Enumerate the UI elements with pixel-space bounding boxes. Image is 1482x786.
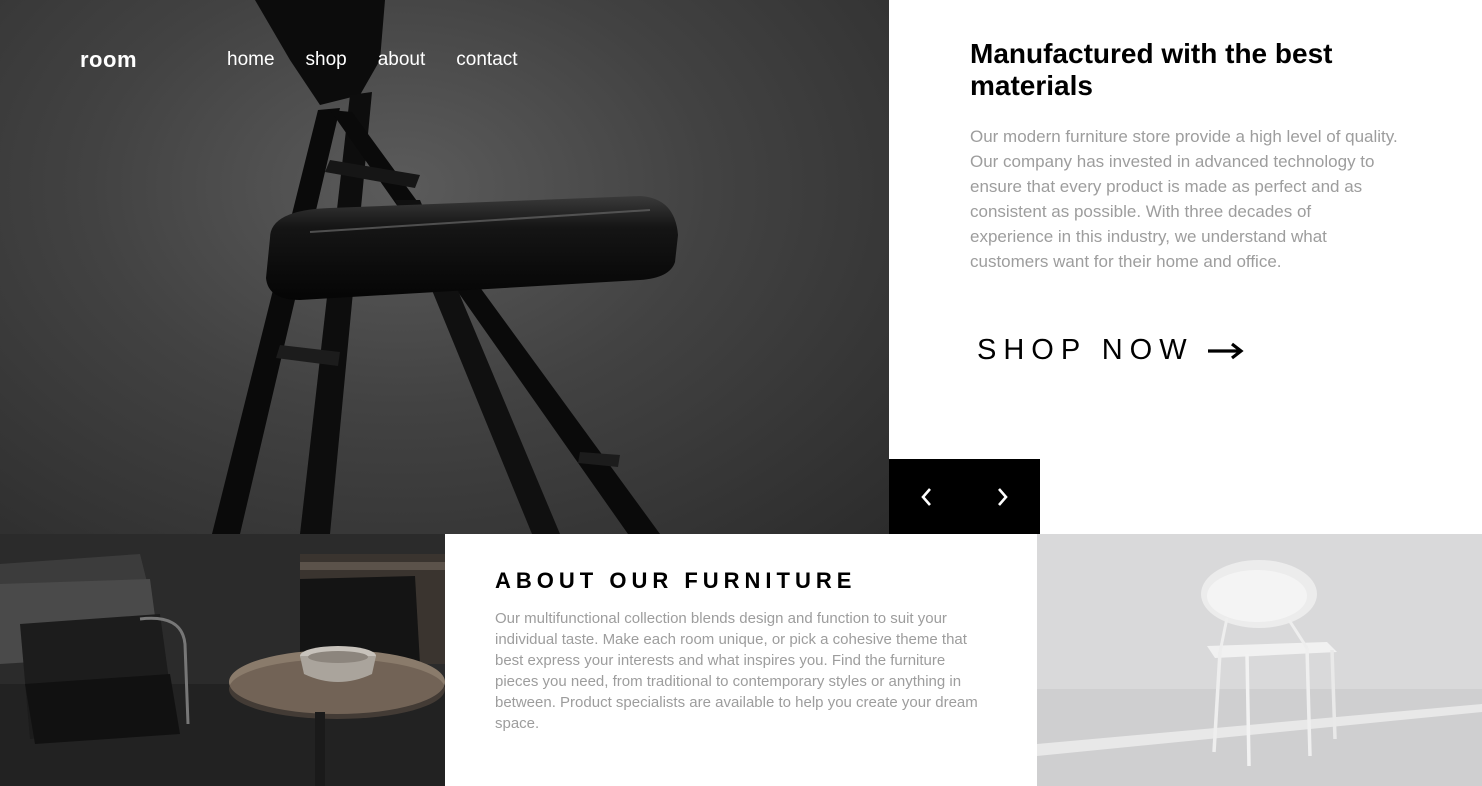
nav-link-about[interactable]: about (378, 49, 426, 71)
chevron-left-icon (920, 487, 931, 506)
shop-now-label: SHOP NOW (977, 334, 1194, 366)
white-chair-illustration (1037, 534, 1482, 786)
slider-prev-button[interactable] (889, 459, 964, 534)
chevron-right-icon (997, 487, 1008, 506)
logo[interactable]: room (80, 47, 137, 73)
top-navigation: room home shop about contact (80, 44, 549, 76)
nav-link-shop[interactable]: shop (306, 49, 347, 71)
about-description: Our multifunctional collection blends de… (495, 610, 978, 732)
nav-link-home[interactable]: home (227, 49, 275, 71)
hero-title: Manufactured with the best materials (970, 38, 1333, 101)
dark-living-room-image (0, 534, 445, 786)
shop-now-button[interactable]: SHOP NOW (977, 334, 1244, 367)
about-section: ABOUT OUR FURNITURE Our multifunctional … (495, 568, 995, 734)
nav-link-contact[interactable]: contact (456, 49, 517, 71)
slider-controls (889, 459, 1040, 534)
white-chair-image (1037, 534, 1482, 786)
slider-next-button[interactable] (964, 459, 1039, 534)
arrow-right-icon (1207, 342, 1244, 359)
nav-links: home shop about contact (227, 49, 549, 71)
hero-image: room home shop about contact (0, 0, 889, 534)
living-room-illustration (0, 534, 445, 786)
about-title: ABOUT OUR FURNITURE (495, 568, 857, 593)
black-folding-chair-illustration (212, 0, 678, 534)
hero-text-panel: Manufactured with the best materials Our… (970, 38, 1410, 274)
hero-description: Our modern furniture store provide a hig… (970, 127, 1398, 271)
